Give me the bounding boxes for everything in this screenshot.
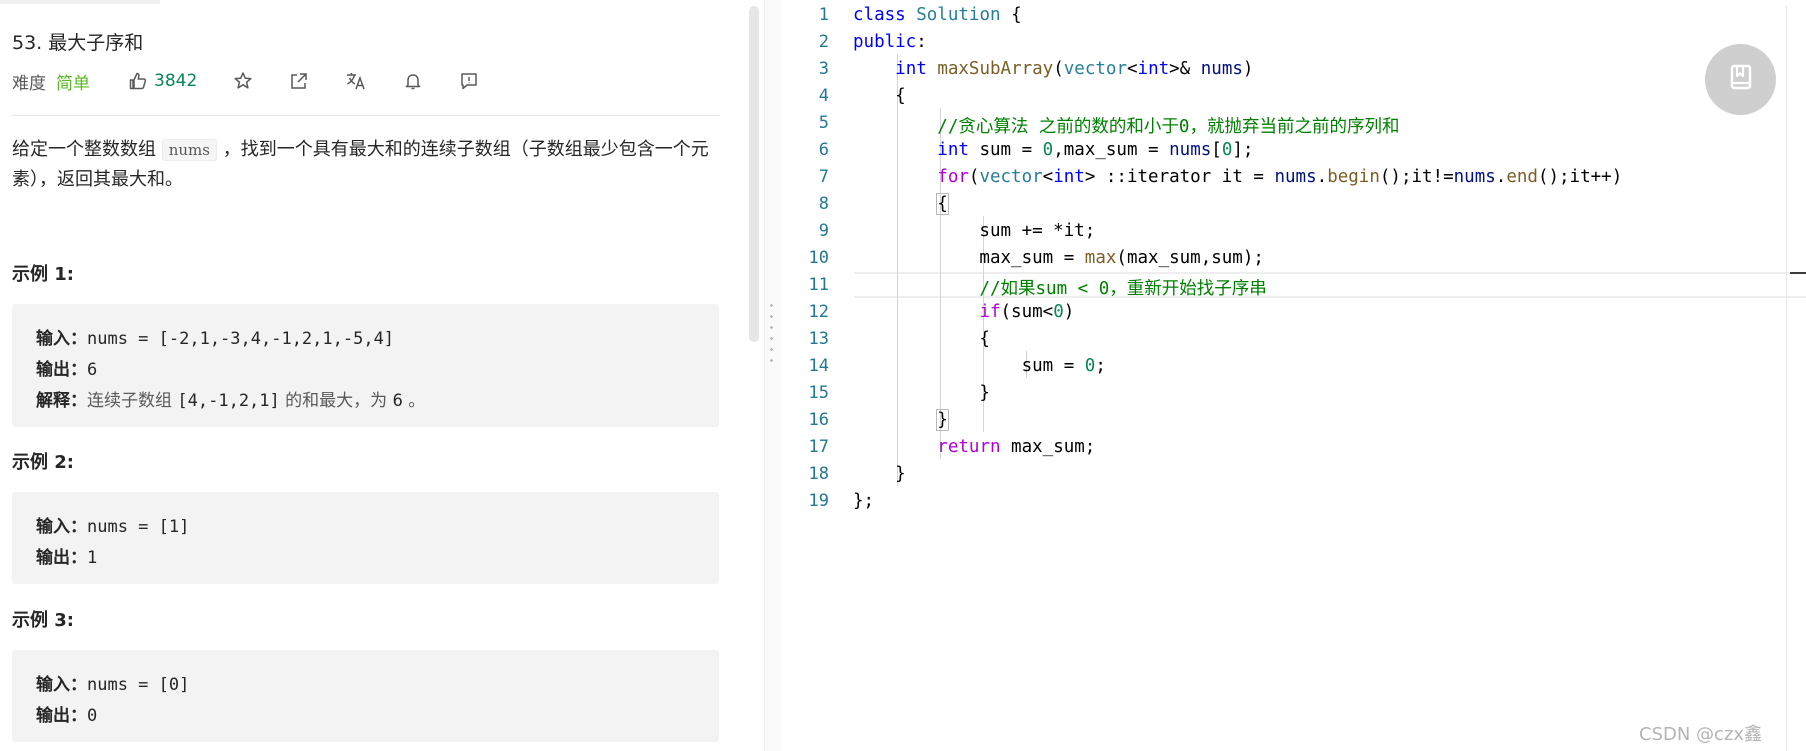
- input-label: 输入：: [36, 675, 87, 695]
- line-number: 11: [808, 275, 829, 295]
- example-title: 示例 3:: [12, 610, 74, 631]
- code-line[interactable]: };: [853, 491, 874, 511]
- like-button[interactable]: 3842: [128, 71, 197, 91]
- like-count: 3842: [154, 71, 198, 91]
- inline-code: nums: [161, 139, 217, 161]
- code-line[interactable]: max_sum = max(max_sum,sum);: [853, 248, 1264, 268]
- thumb-up-icon: [128, 71, 148, 91]
- watermark: CSDN @czx鑫: [1639, 724, 1763, 745]
- line-number: 18: [808, 464, 829, 484]
- problem-description: 给定一个整数数组 nums ，找到一个具有最大和的连续子数组（子数组最少包含一个…: [12, 135, 724, 194]
- line-number: 4: [818, 86, 829, 106]
- example-input: 输入：nums = [0]: [36, 670, 189, 695]
- code-line[interactable]: sum += *it;: [853, 221, 1095, 241]
- example-title: 示例 2:: [12, 452, 74, 473]
- input-label: 输入：: [36, 329, 87, 349]
- explain-number: 6: [392, 391, 403, 411]
- notebook-button[interactable]: [1705, 44, 1776, 115]
- code-line[interactable]: public:: [853, 32, 927, 52]
- code-line[interactable]: int sum = 0,max_sum = nums[0];: [853, 140, 1253, 160]
- bell-icon[interactable]: [403, 71, 423, 91]
- code-line[interactable]: {: [853, 86, 906, 106]
- line-number: 7: [818, 167, 829, 187]
- example-output: 输出：6: [36, 355, 97, 380]
- example-output: 输出：1: [36, 543, 97, 568]
- input-value: nums = [-2,1,-3,4,-1,2,1,-5,4]: [87, 329, 395, 349]
- code-line[interactable]: }: [853, 409, 949, 431]
- line-number: 5: [818, 113, 829, 133]
- example-box: 输入：nums = [0] 输出：0: [12, 650, 719, 742]
- output-value: 0: [87, 706, 98, 726]
- explain-text: 连续子数组: [87, 391, 178, 411]
- code-line[interactable]: //贪心算法 之前的数的和小于0，就抛弃当前之前的序列和: [853, 113, 1399, 138]
- output-label: 输出：: [36, 548, 87, 568]
- code-line[interactable]: sum = 0;: [853, 356, 1106, 376]
- code-comment: //贪心算法 之前的数的和小于0，就抛弃当前之前的序列和: [937, 117, 1400, 137]
- line-number: 15: [808, 383, 829, 403]
- problem-title: 53. 最大子序和: [12, 32, 144, 54]
- code-line[interactable]: }: [853, 464, 906, 484]
- output-label: 输出：: [36, 706, 87, 726]
- panel-resize-divider[interactable]: [764, 0, 782, 751]
- example-input: 输入：nums = [1]: [36, 512, 189, 537]
- code-line[interactable]: return max_sum;: [853, 437, 1095, 457]
- input-value: nums = [0]: [87, 675, 190, 695]
- example-input: 输入：nums = [-2,1,-3,4,-1,2,1,-5,4]: [36, 324, 394, 349]
- code-line[interactable]: //如果sum < 0，重新开始找子序串: [853, 275, 1267, 300]
- notebook-icon: [1726, 62, 1756, 97]
- code-line[interactable]: }: [853, 383, 990, 403]
- code-line[interactable]: class Solution {: [853, 5, 1022, 25]
- code-line[interactable]: {: [853, 329, 990, 349]
- line-number: 19: [808, 491, 829, 511]
- line-number: 8: [818, 194, 829, 214]
- line-number: 13: [808, 329, 829, 349]
- line-number: 1: [818, 5, 829, 25]
- explain-text: 的和最大，为: [279, 391, 393, 411]
- code-line[interactable]: for(vector<int> ::iterator it = nums.beg…: [853, 167, 1622, 187]
- description-text: 给定一个整数数组: [12, 139, 156, 160]
- explain-code: [4,-1,2,1]: [177, 391, 280, 411]
- code-comment: //如果sum < 0，重新开始找子序串: [979, 279, 1267, 299]
- difficulty-value: 简单: [56, 73, 90, 94]
- line-number: 16: [808, 410, 829, 430]
- explain-text: 。: [402, 391, 426, 411]
- line-number: 2: [818, 32, 829, 52]
- problem-panel: 53. 最大子序和 难度 简单 3842 给定一个整数数组 nums ，找到一个…: [0, 0, 750, 751]
- difficulty-label: 难度: [12, 73, 46, 94]
- line-number: 3: [818, 59, 829, 79]
- input-value: nums = [1]: [87, 517, 190, 537]
- tab-strip: [0, 0, 160, 4]
- example-box: 输入：nums = [1] 输出：1: [12, 492, 719, 584]
- line-number: 6: [818, 140, 829, 160]
- code-editor[interactable]: 1 2 3 4 5 6 7 8 9 10 11 12 13 14 15 16 17 18 19 class Solu…: [781, 0, 1806, 751]
- example-title: 示例 1:: [12, 264, 74, 285]
- output-label: 输出：: [36, 360, 87, 380]
- code-line[interactable]: {: [853, 193, 949, 215]
- star-icon[interactable]: [233, 71, 253, 91]
- line-number: 17: [808, 437, 829, 457]
- line-number: 14: [808, 356, 829, 376]
- translate-icon[interactable]: [345, 71, 367, 91]
- problem-meta-bar: 难度 简单 3842: [12, 68, 479, 94]
- editor-overview-ruler: [1786, 6, 1787, 751]
- feedback-icon[interactable]: [459, 71, 479, 91]
- line-number: 10: [808, 248, 829, 268]
- explain-label: 解释：: [36, 391, 87, 411]
- cursor-position-marker: [1790, 272, 1806, 274]
- example-box: 输入：nums = [-2,1,-3,4,-1,2,1,-5,4] 输出：6 解…: [12, 304, 719, 427]
- line-number: 12: [808, 302, 829, 322]
- code-line[interactable]: if(sum<0): [853, 302, 1074, 322]
- example-explanation: 解释：连续子数组 [4,-1,2,1] 的和最大，为 6 。: [36, 386, 425, 411]
- problem-scrollbar[interactable]: [749, 6, 759, 342]
- header-divider: [12, 115, 720, 116]
- output-value: 1: [87, 548, 98, 568]
- input-label: 输入：: [36, 517, 87, 537]
- code-line[interactable]: int maxSubArray(vector<int>& nums): [853, 59, 1253, 79]
- drag-handle-icon[interactable]: [770, 300, 773, 366]
- line-number: 9: [818, 221, 829, 241]
- example-output: 输出：0: [36, 701, 97, 726]
- share-icon[interactable]: [289, 71, 309, 91]
- output-value: 6: [87, 360, 98, 380]
